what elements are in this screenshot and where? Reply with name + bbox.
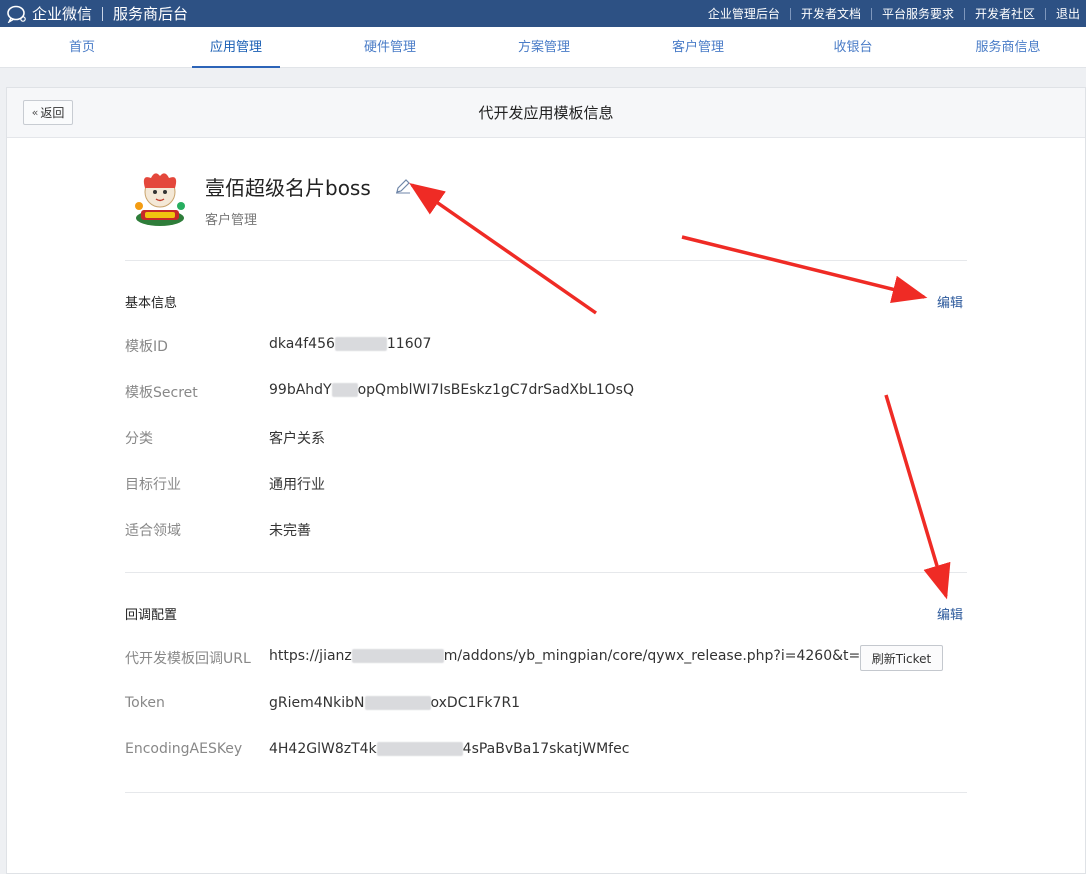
redacted-blur — [334, 337, 387, 351]
divider — [125, 792, 967, 793]
callback-url-value: https://jianz m/addons/yb_mingpian/core/q… — [269, 648, 869, 664]
template-id-part-b: 11607 — [386, 336, 432, 352]
token-part-a: gRiem4NkibN — [269, 695, 365, 711]
top-links: 企业管理后台 开发者文档 平台服务要求 开发者社区 退出 — [698, 0, 1086, 27]
tab-home[interactable]: 首页 — [52, 27, 112, 68]
redacted-blur — [376, 742, 463, 756]
template-secret-part-b: opQmblWI7IsBEskz1gC7drSadXbL1OsQ — [357, 382, 634, 398]
token-value: gRiem4NkibN oxDC1Fk7R1 — [269, 695, 520, 711]
callback-url-part-a: https://jianz — [269, 648, 352, 664]
divider — [125, 572, 967, 573]
refresh-ticket-button[interactable]: 刷新Ticket — [860, 645, 943, 671]
tab-provider-info[interactable]: 服务商信息 — [960, 27, 1056, 68]
encoding-aes-key-label: EncodingAESKey — [125, 741, 243, 757]
tab-solution-management[interactable]: 方案管理 — [500, 27, 588, 68]
template-id-part-a: dka4f456 — [269, 336, 335, 352]
callback-url-part-b: m/addons/yb_mingpian/core/qywx_release.p… — [443, 648, 870, 664]
tab-app-management[interactable]: 应用管理 — [192, 27, 280, 68]
link-logout[interactable]: 退出 — [1046, 5, 1086, 22]
basic-info-edit-link[interactable]: 编辑 — [937, 292, 963, 311]
brand-subtitle: 服务商后台 — [113, 5, 189, 23]
tab-customer-management[interactable]: 客户管理 — [654, 27, 742, 68]
main-nav: 首页 应用管理 硬件管理 方案管理 客户管理 收银台 服务商信息 — [0, 27, 1086, 68]
target-industry-value: 通用行业 — [269, 477, 325, 493]
back-button[interactable]: « 返回 — [23, 100, 73, 125]
callback-url-label: 代开发模板回调URL — [125, 651, 251, 667]
link-platform-requirements[interactable]: 平台服务要求 — [872, 5, 964, 22]
redacted-blur — [331, 383, 358, 397]
callback-config-edit-link[interactable]: 编辑 — [937, 604, 963, 623]
target-industry-label: 目标行业 — [125, 477, 181, 493]
template-id-label: 模板ID — [125, 339, 168, 355]
template-secret-part-a: 99bAhdY — [269, 382, 332, 398]
redacted-blur — [351, 649, 444, 663]
redacted-blur — [364, 696, 431, 710]
token-label: Token — [125, 695, 165, 711]
divider — [125, 260, 967, 261]
encoding-aes-key-value: 4H42GlW8zT4k 4sPaBvBa17skatjWMfec — [269, 741, 629, 757]
brand-name: 企业微信 — [32, 5, 93, 23]
template-info-card: 代开发应用模板信息 « 返回 壹佰超级名片boss 客户管理 基本信息 编辑 模… — [6, 87, 1086, 874]
brand[interactable]: 企业微信 服务商后台 — [6, 0, 188, 27]
aes-key-part-b: 4sPaBvBa17skatjWMfec — [462, 741, 630, 757]
category-value: 客户关系 — [269, 431, 325, 447]
app-icon — [135, 173, 185, 226]
link-developer-community[interactable]: 开发者社区 — [965, 5, 1045, 22]
aes-key-part-a: 4H42GlW8zT4k — [269, 741, 377, 757]
basic-info-title: 基本信息 — [125, 296, 178, 311]
tab-hardware-management[interactable]: 硬件管理 — [346, 27, 434, 68]
edit-pencil-icon[interactable] — [395, 178, 411, 194]
app-name: 壹佰超级名片boss — [205, 176, 371, 200]
top-bar: 企业微信 服务商后台 企业管理后台 开发者文档 平台服务要求 开发者社区 退出 — [0, 0, 1086, 27]
tab-cashier[interactable]: 收银台 — [818, 27, 888, 68]
double-chevron-left-icon: « — [31, 106, 39, 119]
brand-divider — [102, 6, 104, 21]
callback-config-title: 回调配置 — [125, 608, 178, 623]
link-developer-docs[interactable]: 开发者文档 — [791, 5, 871, 22]
template-secret-label: 模板Secret — [125, 385, 198, 401]
app-category: 客户管理 — [205, 213, 258, 228]
page-title: 代开发应用模板信息 — [478, 104, 614, 122]
suitable-domain-value: 未完善 — [269, 523, 311, 539]
template-secret-value: 99bAhdY opQmblWI7IsBEskz1gC7drSadXbL1OsQ — [269, 382, 634, 398]
wecom-logo-icon — [7, 5, 26, 23]
token-part-b: oxDC1Fk7R1 — [430, 695, 521, 711]
suitable-domain-label: 适合领域 — [125, 523, 181, 539]
card-header: 代开发应用模板信息 « 返回 — [7, 88, 1085, 138]
back-label: 返回 — [40, 106, 65, 120]
template-id-value: dka4f456 11607 — [269, 336, 431, 352]
link-enterprise-admin[interactable]: 企业管理后台 — [698, 5, 790, 22]
category-label: 分类 — [125, 431, 153, 447]
